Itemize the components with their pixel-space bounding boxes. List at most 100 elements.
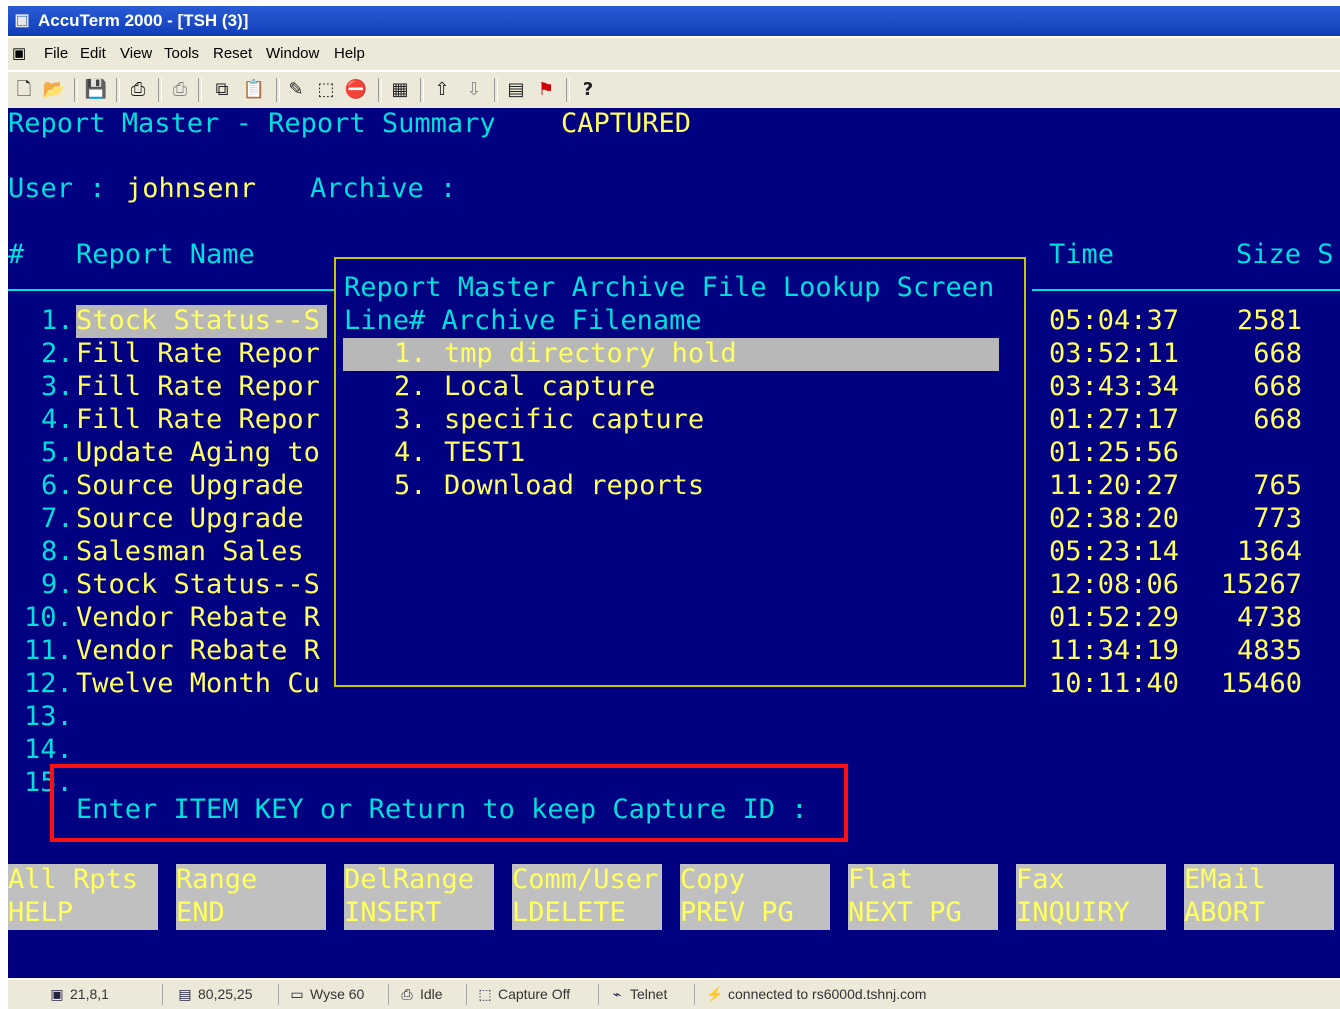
report-name[interactable]: Source Upgrade (76, 470, 304, 502)
report-time: 05:23:14 (1049, 536, 1180, 567)
message-icon[interactable]: ▤ (504, 78, 528, 102)
help-icon[interactable]: ? (576, 78, 600, 102)
network-icon: ⌁ (612, 986, 622, 1002)
fkey-comm-user[interactable]: Comm/User LDELETE (512, 864, 662, 930)
popup-item-number: 4. (394, 437, 427, 468)
report-name[interactable]: Stock Status--S (76, 305, 320, 337)
save-icon[interactable]: 💾 (84, 78, 108, 102)
status-separator (162, 984, 163, 1005)
fkey-label: Comm/User (512, 864, 659, 895)
fkey-label: Flat (848, 864, 914, 895)
menu-help[interactable]: Help (334, 38, 365, 70)
fkey-label: DelRange (344, 864, 475, 895)
report-time: 11:34:19 (1049, 635, 1180, 666)
row-number: 6. (41, 470, 74, 501)
report-name[interactable]: Fill Rate Repor (76, 338, 320, 370)
stop-icon[interactable]: ⛔ (344, 78, 368, 102)
status-connection-value: connected to rs6000d.tshnj.com (728, 986, 927, 1002)
column-header-time: Time (1049, 239, 1115, 270)
report-size: 668 (1253, 338, 1302, 369)
header-divider (8, 289, 334, 291)
status-bar: ▣ 21,8,1 ▤ 80,25,25 ▭ Wyse 60 ⎙ Idle ⬚ Captur… (8, 980, 1340, 1009)
new-icon[interactable]: 🗋 (12, 78, 36, 102)
row-number: 11. (24, 635, 73, 666)
script-icon[interactable]: ⚑ (534, 78, 558, 102)
column-header-report-name: Report Name (76, 239, 255, 270)
fkey-all-rpts[interactable]: All Rpts HELP (8, 864, 158, 930)
report-name[interactable]: Source Upgrade (76, 503, 304, 535)
status-size-value: 80,25,25 (198, 986, 253, 1002)
fkey-range[interactable]: Range END (176, 864, 326, 930)
popup-item-filename[interactable]: Local capture (444, 371, 655, 403)
select-icon[interactable]: ⬚ (314, 78, 338, 102)
screen-size-icon: ▤ (178, 986, 192, 1002)
status-separator (388, 984, 389, 1005)
upload-icon[interactable]: ⇧ (430, 78, 454, 102)
report-name[interactable]: Vendor Rebate R (76, 602, 320, 634)
fkey-label: INSERT (344, 897, 442, 928)
status-connection: ⚡ connected to rs6000d.tshnj.com (706, 980, 926, 1009)
report-time: 03:43:34 (1049, 371, 1180, 402)
menu-reset[interactable]: Reset (213, 38, 252, 70)
menu-file[interactable]: File (44, 38, 68, 70)
row-number: 3. (41, 371, 74, 402)
print-disabled-icon[interactable]: ⎙ (168, 78, 192, 102)
fkey-email[interactable]: EMail ABORT (1184, 864, 1334, 930)
terminal-screen[interactable]: Report Master - Report Summary CAPTURED … (8, 108, 1340, 978)
menu-window[interactable]: Window (266, 38, 319, 70)
open-icon[interactable]: 📂 (42, 78, 66, 102)
fkey-label: HELP (8, 897, 74, 928)
popup-item-filename[interactable]: tmp directory hold (444, 338, 737, 370)
report-name[interactable]: Vendor Rebate R (76, 635, 320, 667)
status-emulation: ▭ Wyse 60 (288, 980, 364, 1009)
fkey-delrange[interactable]: DelRange INSERT (344, 864, 494, 930)
toolbar-separator (158, 78, 162, 102)
fkey-label: PREV PG (680, 897, 794, 928)
paste-icon[interactable]: 📋 (242, 78, 266, 102)
download-icon[interactable]: ⇩ (462, 78, 486, 102)
archive-label: Archive : (310, 173, 457, 204)
popup-item-filename[interactable]: TEST1 (444, 437, 525, 469)
status-cursor: ▣ 21,8,1 (48, 980, 109, 1009)
status-protocol: ⌁ Telnet (608, 980, 668, 1009)
terminal-app-icon[interactable]: ▣ (12, 11, 32, 31)
report-name[interactable]: Update Aging to (76, 437, 320, 469)
capture-icon[interactable]: ✎ (284, 78, 308, 102)
fkey-label: ABORT (1184, 897, 1266, 928)
report-name[interactable]: Fill Rate Repor (76, 404, 320, 436)
popup-item-filename[interactable]: Download reports (444, 470, 704, 502)
print-icon[interactable]: ⎙ (126, 78, 150, 102)
popup-item-number: 1. (394, 338, 427, 369)
status-capture-value: Capture Off (498, 986, 571, 1002)
popup-item-filename[interactable]: specific capture (444, 404, 704, 436)
status-protocol-value: Telnet (630, 986, 668, 1002)
report-name[interactable]: Salesman Sales (76, 536, 304, 568)
status-separator (466, 984, 467, 1005)
row-number: 14. (24, 734, 73, 765)
header-divider (1032, 289, 1340, 291)
report-name[interactable]: Fill Rate Repor (76, 371, 320, 403)
popup-title: Report Master Archive File Lookup Screen (344, 272, 995, 303)
menu-tools[interactable]: Tools (164, 38, 199, 70)
report-name[interactable]: Stock Status--S (76, 569, 320, 601)
user-label: User : (8, 173, 106, 204)
report-size: 668 (1253, 404, 1302, 435)
report-size: 668 (1253, 371, 1302, 402)
menu-view[interactable]: View (120, 38, 152, 70)
row-number: 10. (24, 602, 73, 633)
macro-icon[interactable]: ▦ (388, 78, 412, 102)
fkey-fax[interactable]: Fax INQUIRY (1016, 864, 1166, 930)
menu-edit[interactable]: Edit (80, 38, 106, 70)
toolbar-separator (494, 78, 498, 102)
fkey-copy[interactable]: Copy PREV PG (680, 864, 830, 930)
copy-icon[interactable]: ⧉ (210, 78, 234, 102)
document-menu-icon[interactable]: ▣ (12, 44, 32, 64)
terminal-footer (8, 930, 1340, 978)
toolbar-separator (566, 78, 570, 102)
report-size: 2581 (1236, 305, 1302, 336)
report-time: 12:08:06 (1049, 569, 1180, 600)
row-number: 5. (41, 437, 74, 468)
report-size: 765 (1253, 470, 1302, 501)
report-name[interactable]: Twelve Month Cu (76, 668, 320, 700)
fkey-flat[interactable]: Flat NEXT PG (848, 864, 998, 930)
